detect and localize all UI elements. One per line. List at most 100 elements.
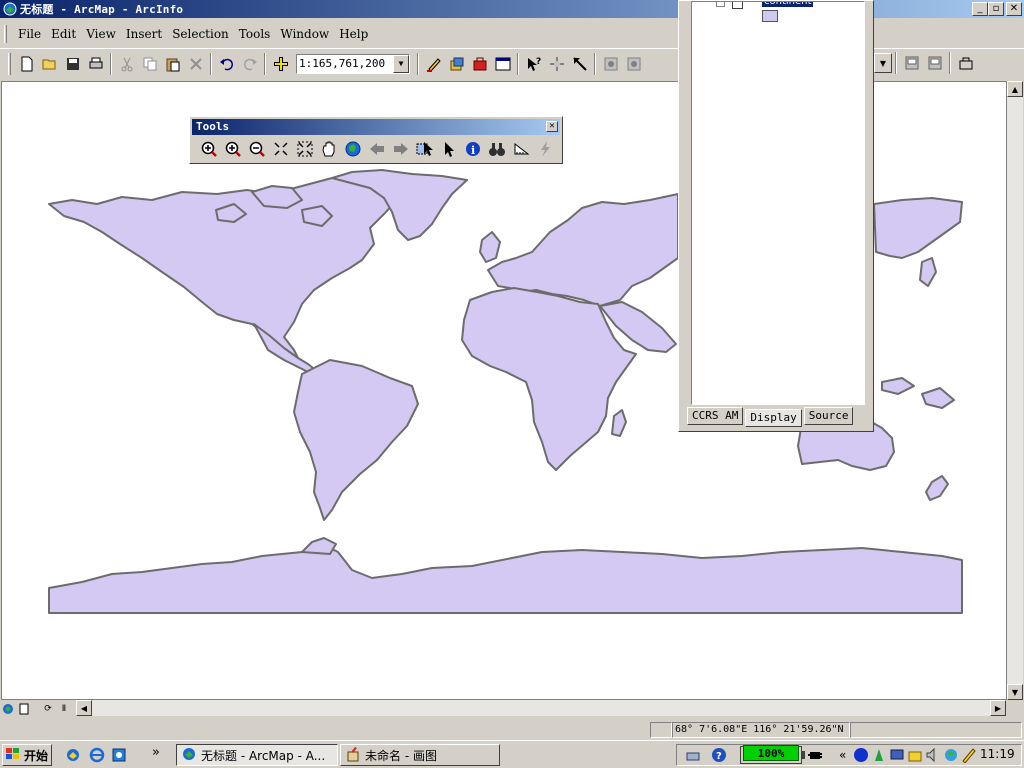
menu-view[interactable]: View — [81, 27, 121, 41]
folder-tray-icon[interactable] — [907, 747, 923, 766]
tray-clock[interactable]: 11:19 — [980, 747, 1015, 761]
redo-icon[interactable] — [238, 53, 261, 75]
network-tray-icon[interactable] — [853, 747, 869, 766]
horizontal-scrollbar[interactable]: ◀ ▶ — [76, 700, 1006, 716]
fixed-zoom-in-icon[interactable] — [269, 138, 293, 160]
tray-expand-icon[interactable]: « — [839, 748, 846, 762]
map-scale-combo[interactable]: 1:165,761,200 ▼ — [296, 53, 410, 74]
command-line-icon[interactable] — [491, 53, 514, 75]
scroll-right-button[interactable]: ▶ — [990, 700, 1006, 716]
hyperlink-icon[interactable] — [568, 53, 591, 75]
layout-zoom-in-icon[interactable] — [599, 53, 622, 75]
back-icon[interactable] — [365, 138, 389, 160]
focus-frame-icon[interactable] — [923, 52, 946, 74]
tab-display[interactable]: Display — [745, 409, 802, 427]
zoom-in-icon[interactable] — [197, 138, 221, 160]
hyperlink-icon[interactable] — [533, 138, 557, 160]
window-title: 无标题 - ArcMap - ArcInfo — [20, 3, 184, 16]
find-icon[interactable] — [485, 138, 509, 160]
task-arcmap[interactable]: 无标题 - ArcMap - A... — [176, 744, 338, 766]
menu-edit[interactable]: Edit — [46, 27, 81, 41]
toc-tree[interactable]: continent — [691, 1, 865, 405]
add-data-icon[interactable] — [269, 53, 292, 75]
help-tray-icon[interactable]: ? — [711, 747, 727, 766]
data-view-icon[interactable] — [0, 701, 16, 716]
globe-tray-icon[interactable] — [943, 747, 959, 766]
menu-insert[interactable]: Insert — [121, 27, 167, 41]
save-icon[interactable] — [61, 53, 84, 75]
scroll-left-button[interactable]: ◀ — [76, 700, 92, 716]
tab-ccrs-am[interactable]: CCRS AM — [687, 407, 744, 425]
tab-source[interactable]: Source — [803, 407, 854, 425]
pencil-tray-icon[interactable] — [961, 747, 977, 766]
start-button[interactable]: 开始 — [2, 744, 52, 766]
new-icon[interactable] — [15, 53, 38, 75]
delete-icon[interactable] — [184, 53, 207, 75]
layout-view-icon[interactable] — [16, 701, 32, 716]
chevron-down-icon[interactable]: ▼ — [393, 54, 409, 73]
arctoolbox-icon[interactable] — [468, 53, 491, 75]
layout-zoom-out-icon[interactable] — [622, 53, 645, 75]
restore-button[interactable]: ▫ — [988, 2, 1004, 16]
power-plug-icon[interactable] — [807, 747, 823, 766]
menu-file[interactable]: File — [13, 27, 46, 41]
pan-icon[interactable] — [317, 138, 341, 160]
cut-icon[interactable] — [115, 53, 138, 75]
quicklaunch-media-icon[interactable] — [110, 746, 128, 764]
volume-tray-icon[interactable] — [925, 747, 941, 766]
quicklaunch-ie-icon[interactable] — [88, 746, 106, 764]
north-america — [48, 174, 398, 359]
identify-icon[interactable]: i — [461, 138, 485, 160]
change-layout-icon[interactable] — [954, 52, 977, 74]
chevron-down-icon[interactable]: ▼ — [874, 53, 892, 73]
tools-row: i — [190, 135, 562, 160]
toolbar-separator — [264, 52, 266, 75]
refresh-icon[interactable]: ⟳ — [40, 701, 56, 716]
zoom-out-icon[interactable] — [245, 138, 269, 160]
print-icon[interactable] — [84, 53, 107, 75]
fixed-zoom-out-icon[interactable] — [293, 138, 317, 160]
toolbar-separator — [594, 52, 596, 75]
forward-icon[interactable] — [389, 138, 413, 160]
scroll-up-button[interactable]: ▲ — [1007, 81, 1023, 97]
select-elements-icon[interactable] — [437, 138, 461, 160]
minimize-button[interactable]: _ — [972, 2, 988, 16]
antivirus-tray-icon[interactable] — [871, 747, 887, 766]
menu-selection[interactable]: Selection — [167, 27, 234, 41]
open-icon[interactable] — [38, 53, 61, 75]
menu-window[interactable]: Window — [275, 27, 334, 41]
tools-close-button[interactable]: ✕ — [546, 121, 558, 132]
printer-tray-icon[interactable] — [685, 747, 701, 766]
zoom-in-alt-icon[interactable] — [221, 138, 245, 160]
layer-visibility-checkbox[interactable] — [732, 2, 743, 9]
menu-help[interactable]: Help — [334, 27, 373, 41]
menu-tools[interactable]: Tools — [234, 27, 276, 41]
menu-grip[interactable] — [4, 25, 7, 43]
select-features-icon[interactable] — [413, 138, 437, 160]
quicklaunch-arcmap-icon[interactable] — [64, 746, 82, 764]
expand-toggle-icon[interactable] — [716, 2, 725, 7]
table-of-contents: continent CCRS AM Display Source — [678, 0, 874, 432]
close-button[interactable]: ✕ — [1006, 2, 1022, 16]
tools-title-bar[interactable]: Tools ✕ — [192, 119, 560, 135]
pause-drawing-icon[interactable]: Ⅱ — [56, 701, 72, 716]
quicklaunch-more-icon[interactable]: » — [152, 745, 160, 760]
toc-layer-label[interactable]: continent — [762, 2, 814, 7]
task-paint[interactable]: 未命名 - 画图 — [340, 744, 500, 766]
toggle-draft-icon[interactable] — [900, 52, 923, 74]
identify-icon[interactable] — [545, 53, 568, 75]
whats-this-icon[interactable]: ? — [522, 53, 545, 75]
vertical-scrollbar[interactable]: ▲ ▼ — [1007, 81, 1023, 700]
measure-icon[interactable] — [509, 138, 533, 160]
copy-icon[interactable] — [138, 53, 161, 75]
monitor-tray-icon[interactable] — [889, 747, 905, 766]
toolbar-grip[interactable] — [8, 52, 11, 75]
scroll-down-button[interactable]: ▼ — [1007, 684, 1023, 700]
editor-icon[interactable] — [422, 53, 445, 75]
undo-icon[interactable] — [215, 53, 238, 75]
paste-icon[interactable] — [161, 53, 184, 75]
arccatalog-icon[interactable] — [445, 53, 468, 75]
full-extent-icon[interactable] — [341, 138, 365, 160]
layer-symbol-swatch[interactable] — [762, 10, 778, 22]
start-label: 开始 — [24, 748, 49, 763]
